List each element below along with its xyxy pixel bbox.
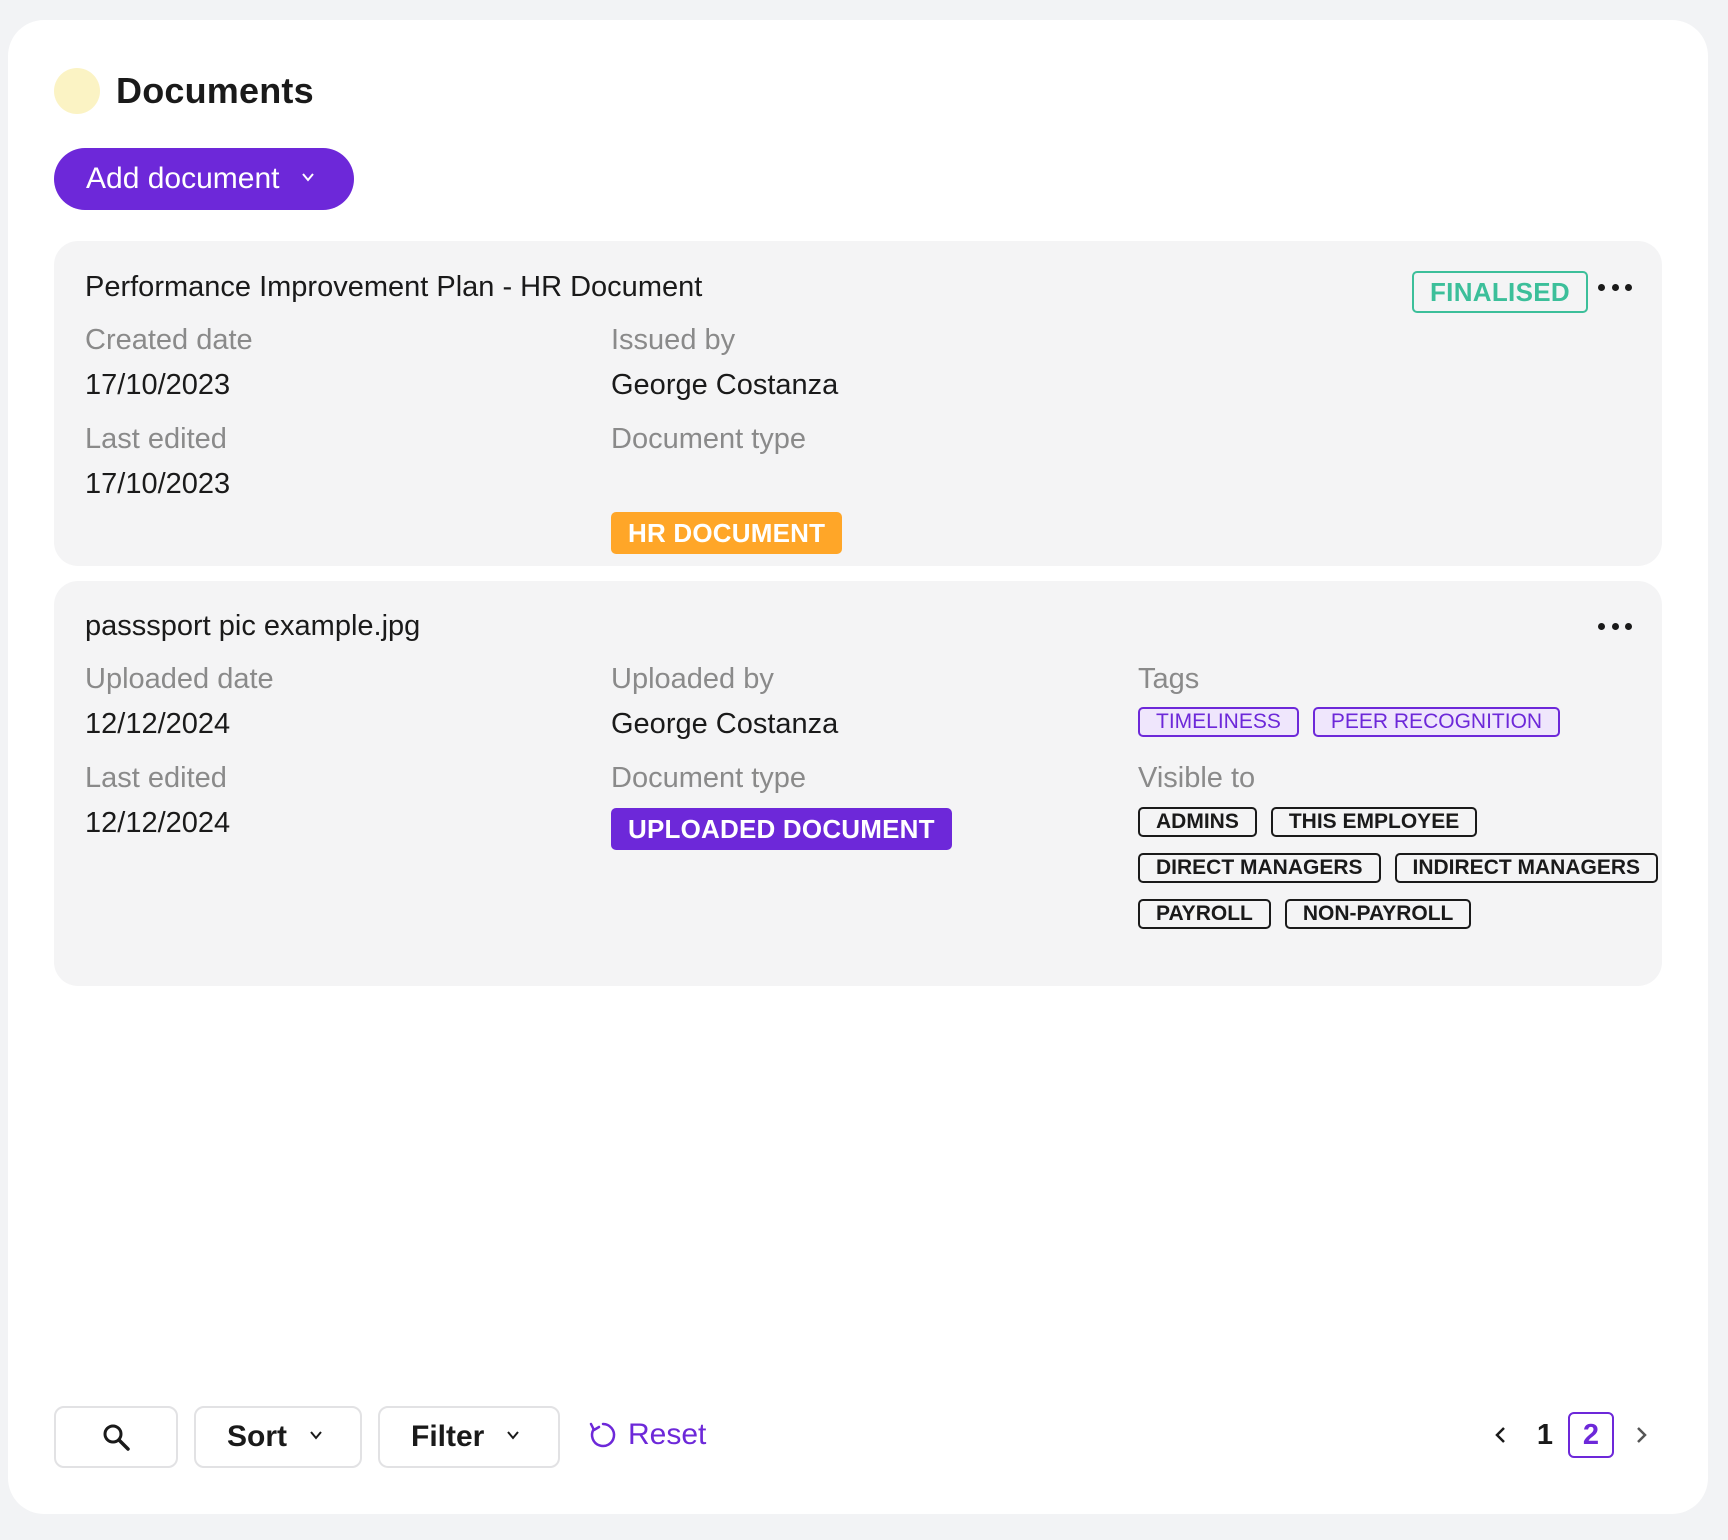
more-options-button[interactable] [1598,277,1632,297]
uploaded-by-value: George Costanza [611,708,839,740]
tag-badge: TIMELINESS [1138,707,1299,737]
tag-badge: PEER RECOGNITION [1312,707,1561,737]
uploaded-by-label: Uploaded by [611,663,774,695]
uploaded-date-value: 12/12/2024 [85,708,231,740]
document-type-label: Document type [611,423,807,455]
dot-icon [1611,622,1619,630]
search-button[interactable] [54,1406,178,1468]
visibility-badge: ADMINS [1138,807,1257,837]
search-icon [103,1424,130,1451]
visibility-badge: THIS EMPLOYEE [1270,807,1478,837]
reset-button[interactable]: Reset [588,1418,706,1452]
document-card[interactable]: passsport pic example.jpg Uploaded date … [54,581,1662,986]
last-edited-value: 17/10/2023 [85,468,231,500]
created-date-value: 17/10/2023 [85,369,231,401]
created-date-label: Created date [85,324,253,356]
filter-button[interactable]: Filter [378,1406,560,1468]
last-edited-value: 12/12/2024 [85,807,231,839]
uploaded-date-label: Uploaded date [85,663,274,695]
filter-label: Filter [411,1420,485,1453]
panel-header: Documents [54,68,314,114]
document-title[interactable]: passsport pic example.jpg [85,610,420,643]
refresh-icon [589,1422,616,1448]
visibility-badge: INDIRECT MANAGERS [1394,853,1659,883]
status-badge: FINALISED [1412,271,1588,313]
visibility-badge: DIRECT MANAGERS [1138,853,1381,883]
document-type-badge: UPLOADED DOCUMENT [611,808,952,850]
visibility-badge: NON-PAYROLL [1284,899,1472,929]
issued-by-value: George Costanza [611,369,839,401]
more-options-button[interactable] [1598,616,1632,636]
header-dot-icon [54,68,100,114]
dot-icon [1598,283,1605,291]
sort-button[interactable]: Sort [194,1406,362,1468]
documents-panel: Documents Add document Performance Impro… [8,20,1708,1514]
dot-icon [1625,622,1632,630]
chevron-right-icon [1637,1427,1647,1443]
dot-icon [1598,622,1605,630]
visible-to-row: DIRECT MANAGERS INDIRECT MANAGERS [1138,853,1659,883]
issued-by-label: Issued by [611,324,736,356]
page-2-button[interactable]: 2 [1568,1412,1614,1458]
document-card[interactable]: Performance Improvement Plan - HR Docume… [54,241,1662,566]
next-page-button[interactable] [1630,1420,1654,1455]
document-type-badge: HR DOCUMENT [611,512,843,554]
add-document-label: Add document [86,162,280,195]
last-edited-label: Last edited [85,762,227,794]
tags-list: TIMELINESS PEER RECOGNITION [1138,707,1561,737]
chevron-left-icon [1495,1427,1505,1443]
visible-to-row: ADMINS THIS EMPLOYEE [1138,807,1478,837]
visible-to-row: PAYROLL NON-PAYROLL [1138,899,1472,929]
last-edited-label: Last edited [85,423,227,455]
previous-page-button[interactable] [1488,1420,1512,1455]
sort-label: Sort [227,1420,287,1453]
visibility-badge: PAYROLL [1138,899,1271,929]
page-title: Documents [116,70,314,111]
chevron-down-icon [310,1431,322,1440]
visible-to-label: Visible to [1138,762,1256,794]
tags-label: Tags [1138,663,1200,695]
reset-label: Reset [628,1418,707,1451]
page-1-button[interactable]: 1 [1522,1412,1568,1458]
dot-icon [1611,283,1619,291]
document-title[interactable]: Performance Improvement Plan - HR Docume… [85,271,702,304]
chevron-down-icon [507,1431,520,1440]
document-type-label: Document type [611,762,807,794]
dot-icon [1625,283,1632,291]
add-document-button[interactable]: Add document [54,148,354,210]
chevron-down-icon [302,173,315,182]
